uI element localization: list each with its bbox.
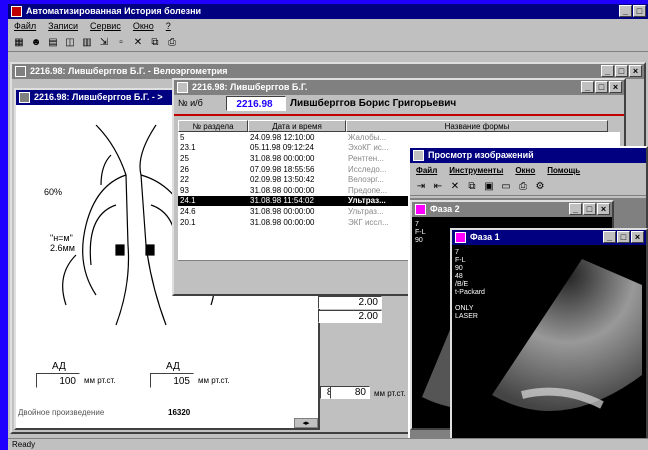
phase2-titlebar: Фаза 2 _ □ × (412, 202, 612, 217)
phase2-overlay: 7 F-L 90 (415, 221, 426, 244)
bp-field-1[interactable]: 100 (36, 373, 80, 388)
bp-label-1: АД (52, 361, 66, 372)
menu-bar: Файл Записи Сервис Окно ? (8, 19, 648, 34)
minimize-button[interactable]: _ (603, 231, 616, 243)
copy-icon[interactable]: ⧉ (465, 180, 479, 194)
menu-window[interactable]: Окно (133, 19, 154, 34)
maximize-button[interactable]: □ (617, 231, 630, 243)
close-button[interactable]: × (597, 203, 610, 215)
scroll-arrows[interactable]: ◂▸ (294, 418, 318, 428)
book-icon[interactable]: ▥ (80, 36, 94, 50)
settings-icon[interactable]: ⚙ (533, 180, 547, 194)
value-label: 2.6мм (50, 243, 75, 253)
viewer-menu-window[interactable]: Окно (515, 163, 535, 178)
import-icon[interactable]: ⇥ (414, 180, 428, 194)
phase1-title: Фаза 1 (470, 232, 500, 242)
export-icon[interactable]: ⇤ (431, 180, 445, 194)
bp-unit-1: мм рт.ст. (84, 376, 116, 385)
menu-service[interactable]: Сервис (90, 19, 121, 34)
phase1-titlebar: Фаза 1 _ □ × (452, 230, 646, 245)
ergometry-titlebar: 2216.98: Лившберггов Б.Г. - Велоэргометр… (12, 64, 644, 79)
table-row[interactable]: 5 24.09.98 12:10:00 Жалобы... (178, 132, 620, 143)
close-button[interactable]: × (629, 65, 642, 77)
ergometry-title: 2216.98: Лившберггов Б.Г. - Велоэргометр… (30, 66, 228, 76)
maximize-button[interactable]: □ (615, 65, 628, 77)
col-section[interactable]: № раздела (178, 120, 248, 132)
double-product-label: Двойное произведение (18, 408, 105, 417)
menu-file[interactable]: Файл (14, 19, 36, 34)
paste-icon[interactable]: ▣ (482, 180, 496, 194)
viewer-menu-help[interactable]: Помощь (547, 163, 580, 178)
double-product-value: 16320 (168, 408, 191, 417)
viewer-menu: Файл Инструменты Окно Помощь (410, 163, 646, 178)
bp-unit-3: мм рт.ст. (374, 389, 406, 398)
dose-field-1[interactable]: 2.00 (318, 296, 382, 309)
columns-icon[interactable]: ◫ (63, 36, 77, 50)
doc-icon (177, 82, 188, 93)
list-header: № раздела Дата и время Название формы (178, 120, 620, 132)
main-app-window: Автоматизированная История болезни _ □ Фа… (8, 4, 648, 450)
maximize-button[interactable]: □ (633, 5, 646, 17)
grid-icon[interactable]: ▦ (12, 36, 26, 50)
menu-records[interactable]: Записи (48, 19, 78, 34)
frame-icon[interactable]: ▭ (499, 180, 513, 194)
doc-icon (19, 92, 30, 103)
app-title: Автоматизированная История болезни (26, 6, 202, 16)
phase1-window: Фаза 1 _ □ × 7 F-L 90 48/B/E t-Packard ONLY LAS… (450, 228, 648, 450)
divider (174, 114, 624, 116)
viewer-toolbar: ⇥ ⇤ ✕ ⧉ ▣ ▭ ⎙ ⚙ (410, 178, 646, 196)
viewer-title: Просмотр изображений (428, 150, 534, 160)
viewer-titlebar: Просмотр изображений (410, 148, 646, 163)
app-icon (11, 6, 22, 17)
window-icon[interactable]: ▫ (114, 36, 128, 50)
bp-label-2: АД (166, 361, 180, 372)
num-label: № и/б (178, 98, 203, 108)
minimize-button[interactable]: _ (619, 5, 632, 17)
app-titlebar: Автоматизированная История болезни _ □ (8, 4, 648, 19)
col-datetime[interactable]: Дата и время (248, 120, 346, 132)
image-icon (455, 232, 466, 243)
menu-help[interactable]: ? (166, 19, 171, 34)
table-icon[interactable]: ▤ (46, 36, 60, 50)
print-icon[interactable]: ⎙ (165, 36, 179, 50)
col-form[interactable]: Название формы (346, 120, 608, 132)
close-button[interactable]: × (609, 81, 622, 93)
print-icon[interactable]: ⎙ (516, 180, 530, 194)
toolbar: ▦ ☻ ▤ ◫ ▥ ⇲ ▫ ✕ ⧉ ⎙ (8, 34, 648, 52)
viewer-menu-tools[interactable]: Инструменты (449, 163, 503, 178)
minimize-button[interactable]: _ (581, 81, 594, 93)
percent-label: 60% (44, 187, 63, 197)
viewer-menu-file[interactable]: Файл (416, 163, 437, 178)
export-icon[interactable]: ⇲ (97, 36, 111, 50)
record-titlebar: 2216.98: Лившберггов Б.Г. _ □ × (174, 80, 624, 95)
image-icon (415, 204, 426, 215)
status-bar: Ready (8, 438, 648, 450)
delete-icon[interactable]: ✕ (131, 36, 145, 50)
doc-icon (15, 66, 26, 77)
phase2-title: Фаза 2 (430, 204, 460, 214)
formula-label: "н=м" (50, 233, 73, 243)
echo-title: 2216.98: Лившберггов Б.Г. - > (34, 92, 163, 102)
minimize-button[interactable]: _ (601, 65, 614, 77)
maximize-button[interactable]: □ (595, 81, 608, 93)
minimize-button[interactable]: _ (569, 203, 582, 215)
phase1-image[interactable]: 7 F-L 90 48/B/E t-Packard ONLY LASER (452, 245, 646, 448)
dose-field-2[interactable]: 2.00 (318, 310, 382, 323)
bp-field-2[interactable]: 105 (150, 373, 194, 388)
maximize-button[interactable]: □ (583, 203, 596, 215)
bp-unit-2: мм рт.ст. (198, 376, 230, 385)
copy-icon[interactable]: ⧉ (148, 36, 162, 50)
viewer-icon (413, 150, 424, 161)
close-button[interactable]: × (631, 231, 644, 243)
record-title: 2216.98: Лившберггов Б.Г. (192, 82, 308, 92)
phase1-overlay: 7 F-L 90 48/B/E t-Packard ONLY LASER (455, 249, 485, 320)
num-field[interactable]: 2216.98 (226, 96, 286, 111)
patient-name: Лившберггов Борис Григорьевич (290, 98, 457, 109)
close-icon[interactable]: ✕ (448, 180, 462, 194)
person-icon[interactable]: ☻ (29, 36, 43, 50)
bp-field-4[interactable]: 80 (330, 386, 370, 399)
